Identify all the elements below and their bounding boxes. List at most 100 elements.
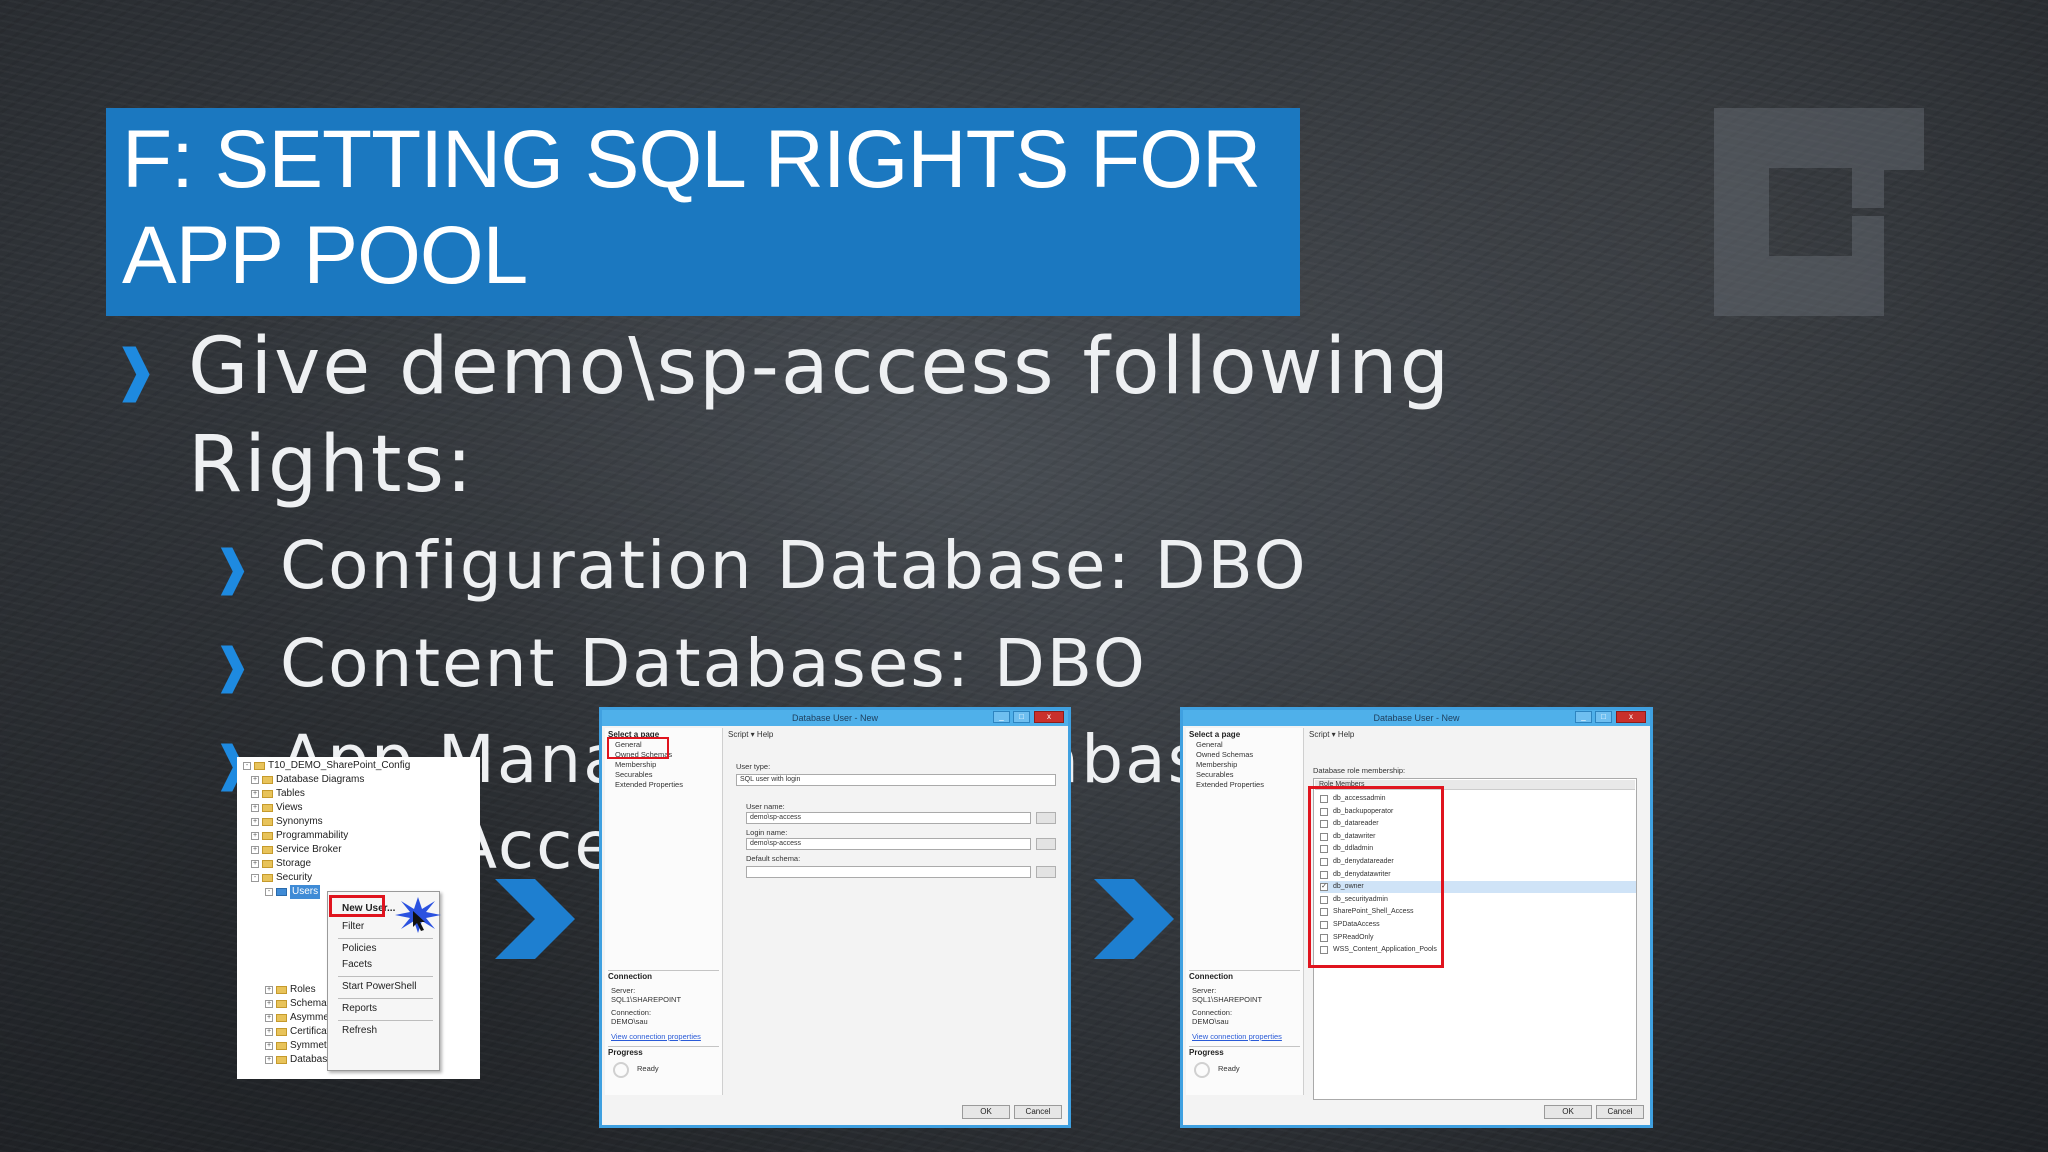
expand-icon[interactable]: + bbox=[251, 818, 259, 826]
progress-status: Ready bbox=[1218, 1064, 1240, 1073]
database-user-dialog-membership: Database User - New _ □ x Select a page … bbox=[1180, 707, 1653, 1128]
tree-row[interactable]: + Views bbox=[251, 801, 303, 815]
highlight-box bbox=[607, 737, 669, 759]
collapse-icon[interactable]: - bbox=[251, 874, 259, 882]
tree-row[interactable]: + Service Broker bbox=[251, 843, 342, 857]
expand-icon[interactable]: + bbox=[265, 1014, 273, 1022]
default-schema-label: Default schema: bbox=[746, 854, 801, 863]
page-securables[interactable]: Securables bbox=[1196, 770, 1234, 779]
login-name-input[interactable]: demo\sp-access bbox=[746, 838, 1031, 850]
page-extended-properties[interactable]: Extended Properties bbox=[615, 780, 683, 789]
collapse-icon[interactable]: - bbox=[265, 888, 273, 896]
menu-item-filter[interactable]: Filter bbox=[342, 920, 364, 934]
server-value: SQL1\SHAREPOINT bbox=[611, 995, 682, 1004]
divider bbox=[608, 1046, 719, 1047]
menu-item-policies[interactable]: Policies bbox=[342, 942, 376, 956]
sub-bullet-marker: ❱ bbox=[212, 540, 253, 596]
sub-bullet-content-db: Content Databases: DBO bbox=[280, 625, 1147, 702]
tree-row[interactable]: + Database Diagrams bbox=[251, 773, 364, 787]
folder-icon bbox=[276, 1056, 287, 1064]
dialog-toolbar[interactable]: Script ▾ Help bbox=[1309, 730, 1354, 739]
expand-icon[interactable]: + bbox=[265, 986, 273, 994]
expand-icon[interactable]: + bbox=[251, 846, 259, 854]
chevron-right-icon bbox=[1094, 879, 1174, 959]
tree-row[interactable]: + Schemas bbox=[265, 997, 332, 1011]
connection-value: DEMO\sau bbox=[611, 1017, 648, 1026]
slide-title: F: SETTING SQL RIGHTS FOR APP POOL bbox=[106, 108, 1300, 316]
user-name-input[interactable]: demo\sp-access bbox=[746, 812, 1031, 824]
maximize-icon[interactable]: □ bbox=[1595, 711, 1612, 723]
progress-header: Progress bbox=[1189, 1048, 1224, 1057]
tree-row-security[interactable]: - Security bbox=[251, 871, 312, 885]
menu-item-powershell[interactable]: Start PowerShell bbox=[342, 980, 416, 994]
connection-label: Connection: bbox=[611, 1008, 652, 1017]
tree-label: Security bbox=[276, 872, 313, 883]
page-extended-properties[interactable]: Extended Properties bbox=[1196, 780, 1264, 789]
expand-icon[interactable]: + bbox=[251, 804, 259, 812]
expand-icon[interactable]: + bbox=[265, 1042, 273, 1050]
collapse-icon[interactable]: - bbox=[243, 762, 251, 770]
expand-icon[interactable]: + bbox=[265, 1000, 273, 1008]
maximize-icon[interactable]: □ bbox=[1013, 711, 1030, 723]
click-burst-icon bbox=[395, 897, 441, 933]
tree-label: Database Diagrams bbox=[276, 774, 365, 785]
menu-separator bbox=[338, 1020, 433, 1021]
page-membership[interactable]: Membership bbox=[615, 760, 656, 769]
expand-icon[interactable]: + bbox=[251, 860, 259, 868]
ok-button[interactable]: OK bbox=[962, 1105, 1010, 1119]
tree-label: Schemas bbox=[290, 998, 332, 1009]
page-general[interactable]: General bbox=[1196, 740, 1223, 749]
menu-item-reports[interactable]: Reports bbox=[342, 1002, 377, 1016]
cancel-button[interactable]: Cancel bbox=[1014, 1105, 1062, 1119]
view-connection-link[interactable]: View connection properties bbox=[611, 1032, 701, 1041]
progress-spinner-icon bbox=[613, 1062, 629, 1078]
minimize-icon[interactable]: _ bbox=[1575, 711, 1592, 723]
server-value: SQL1\SHAREPOINT bbox=[1192, 995, 1263, 1004]
connection-label: Connection: bbox=[1192, 1008, 1233, 1017]
menu-item-refresh[interactable]: Refresh bbox=[342, 1024, 377, 1038]
tree-row[interactable]: + Roles bbox=[265, 983, 316, 997]
tree-row[interactable]: + Tables bbox=[251, 787, 305, 801]
close-icon[interactable]: x bbox=[1616, 711, 1646, 723]
folder-icon bbox=[276, 1014, 287, 1022]
dialog-toolbar[interactable]: Script ▾ Help bbox=[728, 730, 773, 739]
connection-header: Connection bbox=[608, 972, 652, 981]
browse-button[interactable] bbox=[1036, 838, 1056, 850]
page-membership[interactable]: Membership bbox=[1196, 760, 1237, 769]
expand-icon[interactable]: + bbox=[265, 1028, 273, 1036]
user-type-select[interactable]: SQL user with login bbox=[736, 774, 1056, 786]
role-membership-label: Database role membership: bbox=[1313, 766, 1406, 775]
tree-row[interactable]: + Synonyms bbox=[251, 815, 323, 829]
ok-button[interactable]: OK bbox=[1544, 1105, 1592, 1119]
view-connection-link[interactable]: View connection properties bbox=[1192, 1032, 1282, 1041]
default-schema-input[interactable] bbox=[746, 866, 1031, 878]
cancel-button[interactable]: Cancel bbox=[1596, 1105, 1644, 1119]
database-user-dialog-general: Database User - New _ □ x Select a page … bbox=[599, 707, 1071, 1128]
menu-separator bbox=[338, 998, 433, 999]
expand-icon[interactable]: + bbox=[251, 790, 259, 798]
chevron-right-icon bbox=[495, 879, 575, 959]
browse-button[interactable] bbox=[1036, 812, 1056, 824]
expand-icon[interactable]: + bbox=[251, 776, 259, 784]
menu-separator bbox=[338, 976, 433, 977]
close-icon[interactable]: x bbox=[1034, 711, 1064, 723]
expand-icon[interactable]: + bbox=[251, 832, 259, 840]
server-label: Server: bbox=[611, 986, 636, 995]
page-securables[interactable]: Securables bbox=[615, 770, 653, 779]
expand-icon[interactable]: + bbox=[265, 1056, 273, 1064]
menu-item-facets[interactable]: Facets bbox=[342, 958, 372, 972]
tree-row-database[interactable]: - T10_DEMO_SharePoint_Config bbox=[243, 759, 410, 773]
browse-button[interactable] bbox=[1036, 866, 1056, 878]
minimize-icon[interactable]: _ bbox=[993, 711, 1010, 723]
page-owned-schemas[interactable]: Owned Schemas bbox=[1196, 750, 1253, 759]
main-bullet-line-2: Rights: bbox=[188, 420, 475, 510]
folder-icon bbox=[276, 888, 287, 896]
tree-row-users[interactable]: - Users bbox=[265, 885, 321, 899]
tree-row[interactable]: + Storage bbox=[251, 857, 311, 871]
folder-icon bbox=[262, 832, 273, 840]
folder-icon bbox=[276, 1042, 287, 1050]
connection-value: DEMO\sau bbox=[1192, 1017, 1229, 1026]
folder-icon bbox=[262, 790, 273, 798]
tree-row[interactable]: + Programmability bbox=[251, 829, 348, 843]
tree-label: Roles bbox=[290, 984, 316, 995]
